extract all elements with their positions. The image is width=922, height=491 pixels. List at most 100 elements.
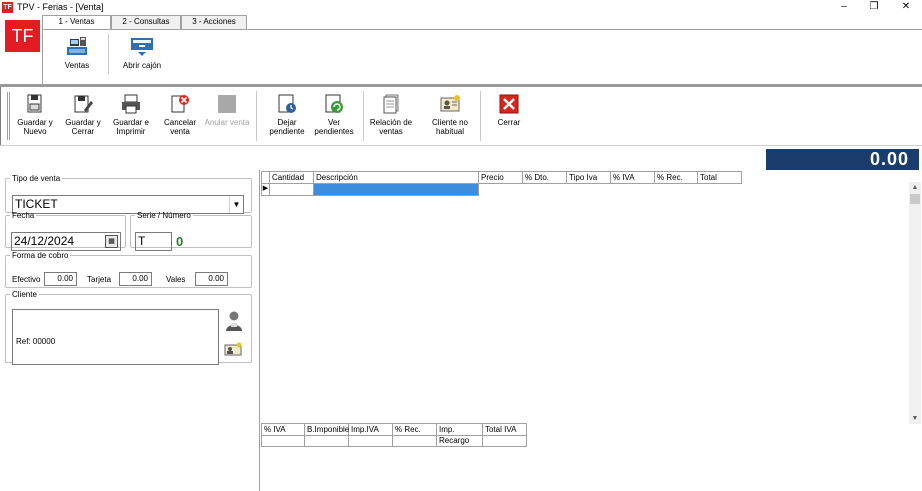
fecha-group: Fecha 24/12/2024 ▦ bbox=[5, 211, 126, 251]
iva-cell bbox=[305, 436, 349, 447]
view-pending-icon bbox=[325, 94, 343, 113]
ventas-ribbon-button[interactable]: Ventas bbox=[55, 34, 99, 70]
iva-cell bbox=[483, 436, 527, 447]
guardar-nuevo-button[interactable]: Guardar y Nuevo bbox=[15, 93, 55, 136]
row-selector-header bbox=[261, 171, 270, 184]
toolbar: Guardar y Nuevo Guardar y Cerrar Guardar… bbox=[0, 87, 922, 145]
toolbar-separator bbox=[480, 91, 481, 141]
cliente-label: Cliente bbox=[12, 290, 37, 299]
tarjeta-label: Tarjeta bbox=[87, 275, 112, 284]
iva-col-base[interactable]: B.Imponible bbox=[305, 423, 349, 436]
serie-input[interactable]: T bbox=[135, 232, 172, 251]
cerrar-button[interactable]: Cerrar bbox=[491, 93, 527, 127]
toolbar-grip[interactable] bbox=[7, 92, 10, 140]
fecha-input[interactable]: 24/12/2024 ▦ bbox=[11, 232, 121, 251]
scroll-up-icon[interactable]: ▲ bbox=[909, 182, 921, 193]
iva-col-imp-iva[interactable]: Imp.IVA bbox=[349, 423, 393, 436]
iva-col-rec[interactable]: % Rec. bbox=[393, 423, 437, 436]
col-rec[interactable]: % Rec. bbox=[655, 171, 698, 184]
window-title: TPV - Ferias - [Venta] bbox=[17, 2, 104, 12]
col-tipo-iva[interactable]: Tipo Iva bbox=[567, 171, 611, 184]
vales-input[interactable]: 0.00 bbox=[195, 272, 228, 286]
ribbon-panel: Ventas Abrir cajón bbox=[42, 29, 922, 84]
cliente-ref: Ref: 00000 bbox=[16, 337, 56, 346]
iva-cell bbox=[261, 436, 305, 447]
close-window-button[interactable]: ✕ bbox=[890, 0, 922, 15]
guardar-nuevo-label: Guardar y Nuevo bbox=[17, 118, 53, 136]
col-dto[interactable]: % Dto. bbox=[523, 171, 567, 184]
tipo-venta-value: TICKET bbox=[15, 197, 58, 211]
col-precio[interactable]: Precio bbox=[479, 171, 523, 184]
guardar-cerrar-button[interactable]: Guardar y Cerrar bbox=[61, 93, 105, 136]
anular-venta-label: Anular venta bbox=[204, 118, 250, 127]
occasional-client-icon bbox=[440, 95, 460, 112]
tipo-venta-group: Tipo de venta TICKET ▼ bbox=[5, 174, 252, 214]
iva-cell bbox=[437, 436, 483, 447]
guardar-cerrar-label: Guardar y Cerrar bbox=[65, 118, 101, 136]
anular-venta-button[interactable]: Anular venta bbox=[204, 93, 250, 127]
scroll-thumb[interactable] bbox=[910, 194, 920, 204]
col-descripcion[interactable]: Descripción bbox=[314, 171, 479, 184]
ventas-ribbon-label: Ventas bbox=[64, 61, 90, 70]
cancelar-venta-label: Cancelar venta bbox=[163, 118, 196, 136]
numero-value: 0 bbox=[176, 234, 184, 249]
guardar-imprimir-button[interactable]: Guardar e Imprimir bbox=[110, 93, 152, 136]
col-cantidad[interactable]: Cantidad bbox=[270, 171, 314, 184]
tab-consultas[interactable]: 2 - Consultas bbox=[111, 15, 181, 29]
iva-col-iva[interactable]: % IVA bbox=[261, 423, 305, 436]
cash-register-icon bbox=[67, 37, 87, 55]
vales-label: Vales bbox=[166, 275, 186, 284]
cliente-box[interactable]: Ref: 00000 bbox=[12, 309, 219, 365]
efectivo-label: Efectivo bbox=[12, 275, 41, 284]
close-red-icon bbox=[499, 94, 519, 114]
cash-drawer-icon bbox=[131, 38, 153, 56]
forma-cobro-label: Forma de cobro bbox=[12, 251, 69, 260]
iva-col-total[interactable]: Total IVA bbox=[483, 423, 527, 436]
save-print-icon bbox=[122, 94, 140, 114]
guardar-imprimir-label: Guardar e Imprimir bbox=[112, 118, 150, 136]
cliente-no-habitual-label: Cliente no habitual bbox=[431, 118, 469, 136]
calendar-icon[interactable]: ▦ bbox=[105, 235, 118, 248]
tipo-venta-label: Tipo de venta bbox=[12, 174, 61, 183]
row-indicator[interactable]: ▶ bbox=[261, 184, 270, 196]
pending-icon bbox=[278, 94, 296, 113]
cell-cantidad[interactable] bbox=[270, 184, 314, 196]
fecha-value: 24/12/2024 bbox=[14, 234, 75, 248]
cancelar-venta-button[interactable]: Cancelar venta bbox=[159, 93, 201, 136]
dejar-pendiente-button[interactable]: Dejar pendiente bbox=[266, 93, 308, 136]
void-sale-icon bbox=[218, 95, 236, 113]
tab-ventas[interactable]: 1 - Ventas bbox=[42, 15, 111, 30]
forma-cobro-group: Forma de cobro Efectivo 0.00 Tarjeta 0.0… bbox=[5, 251, 252, 288]
restore-button[interactable]: ❐ bbox=[858, 0, 890, 15]
iva-col-imp-recargo[interactable]: Imp. Recargo bbox=[437, 423, 483, 445]
title-bar: TF TPV - Ferias - [Venta] – ❐ ✕ bbox=[0, 0, 922, 15]
cell-descripcion[interactable] bbox=[314, 184, 479, 196]
save-new-icon bbox=[27, 94, 42, 113]
cliente-no-habitual-button[interactable]: Cliente no habitual bbox=[425, 93, 475, 136]
toolbar-separator bbox=[256, 91, 257, 141]
iva-cell bbox=[349, 436, 393, 447]
col-total[interactable]: Total bbox=[698, 171, 742, 184]
relacion-ventas-label: Relación de ventas bbox=[369, 118, 413, 136]
ver-pendientes-button[interactable]: Ver pendientes bbox=[313, 93, 355, 136]
abrir-cajon-button[interactable]: Abrir cajón bbox=[119, 34, 165, 70]
scroll-down-icon[interactable]: ▼ bbox=[909, 413, 921, 424]
save-close-icon bbox=[74, 95, 93, 113]
abrir-cajon-label: Abrir cajón bbox=[122, 61, 162, 70]
tab-acciones[interactable]: 3 - Acciones bbox=[181, 15, 247, 29]
vertical-scrollbar[interactable]: ▲ ▼ bbox=[909, 182, 921, 424]
ver-pendientes-label: Ver pendientes bbox=[314, 118, 354, 136]
ribbon-separator bbox=[108, 34, 109, 74]
fecha-label: Fecha bbox=[12, 211, 35, 220]
col-iva[interactable]: % IVA bbox=[611, 171, 655, 184]
client-card-icon[interactable] bbox=[224, 342, 242, 356]
tarjeta-input[interactable]: 0.00 bbox=[119, 272, 152, 286]
user-search-icon[interactable] bbox=[225, 310, 243, 332]
cancel-sale-icon bbox=[171, 95, 189, 113]
minimize-button[interactable]: – bbox=[828, 0, 860, 15]
efectivo-input[interactable]: 0.00 bbox=[44, 272, 77, 286]
sales-list-icon bbox=[383, 94, 399, 114]
cliente-group: Cliente Ref: 00000 bbox=[5, 290, 252, 365]
cerrar-label: Cerrar bbox=[497, 118, 521, 127]
relacion-ventas-button[interactable]: Relación de ventas bbox=[369, 93, 413, 136]
